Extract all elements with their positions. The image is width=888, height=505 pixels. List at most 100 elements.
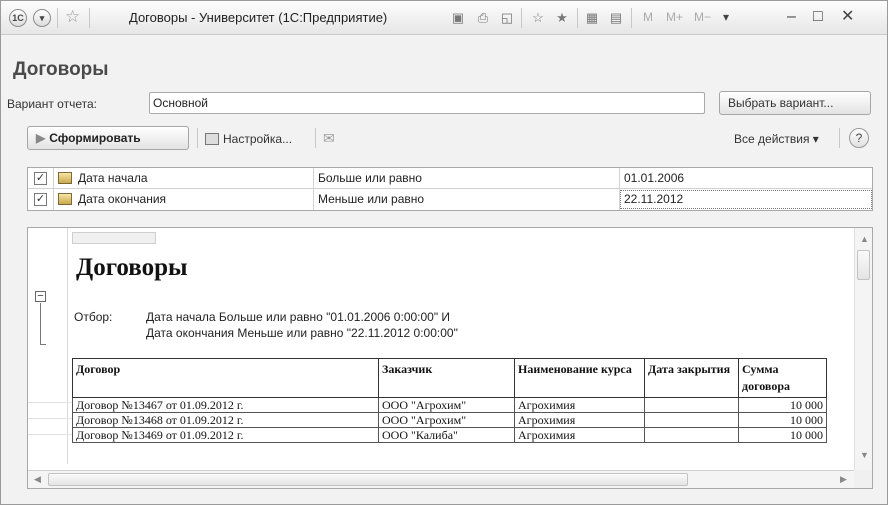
horizontal-scrollbar[interactable]: ◀ ▶	[28, 470, 856, 488]
field-icon	[58, 172, 72, 184]
preview-icon[interactable]: ◱	[498, 9, 516, 27]
scroll-left-icon[interactable]: ◀	[34, 474, 41, 485]
filter-row[interactable]: ✓ Дата начала Больше или равно 01.01.200…	[28, 168, 872, 189]
maximize-icon[interactable]: □	[813, 7, 823, 27]
title-separator	[577, 8, 578, 28]
memory-m-button[interactable]: M	[643, 10, 653, 24]
variant-label: Вариант отчета:	[7, 97, 97, 111]
menu-dropdown-icon[interactable]: ▾	[33, 9, 51, 27]
contract-cell[interactable]: Договор №13468 от 01.09.2012 г.	[72, 412, 379, 428]
settings-label: Настройка...	[223, 132, 293, 146]
generate-button[interactable]: ▶ Сформировать	[27, 126, 189, 150]
table-row[interactable]: Договор №13469 от 01.09.2012 г. ООО "Кал…	[72, 427, 827, 443]
app-logo-icon[interactable]: 1С	[9, 9, 27, 27]
choose-variant-button[interactable]: Выбрать вариант...	[719, 91, 871, 115]
title-separator	[631, 8, 632, 28]
date-edit-frame	[620, 190, 872, 209]
vertical-scrollbar[interactable]: ▲ ▼	[854, 228, 872, 472]
toolbar-separator	[197, 128, 198, 148]
calendar-icon[interactable]: ▤	[607, 9, 625, 27]
table-header-row: Договор Заказчик Наименование курса Дата…	[72, 358, 827, 398]
row-divider	[28, 402, 72, 403]
report-title: Договоры	[76, 254, 188, 281]
column-header: Заказчик	[378, 358, 515, 398]
collapse-group-icon[interactable]: −	[35, 291, 46, 302]
filter-field: Дата окончания	[78, 192, 167, 206]
filter-check-cell: ✓	[28, 189, 54, 210]
memory-m-plus-button[interactable]: M+	[666, 10, 683, 24]
favorite-star-icon[interactable]: ☆	[65, 7, 80, 27]
amount-cell[interactable]: 10 000	[738, 427, 827, 443]
column-header: Договор	[72, 358, 379, 398]
page-title: Договоры	[13, 59, 109, 80]
close-date-cell[interactable]	[644, 397, 739, 413]
scroll-down-icon[interactable]: ▼	[860, 450, 869, 460]
toolbar-separator	[839, 128, 840, 148]
favorites-list-icon[interactable]: ★	[553, 9, 571, 27]
filter-value[interactable]: 01.01.2006	[620, 168, 874, 189]
filter-row[interactable]: ✓ Дата окончания Меньше или равно 22.11.…	[28, 189, 872, 210]
column-header: Дата закрытия	[644, 358, 739, 398]
filter-checkbox[interactable]: ✓	[34, 172, 47, 185]
filter-condition[interactable]: Меньше или равно	[314, 189, 620, 210]
filter-field-cell[interactable]: Дата начала	[54, 168, 314, 189]
column-header: Сумма договора	[738, 358, 827, 398]
selected-cell[interactable]	[72, 232, 156, 244]
scrollbar-corner	[854, 470, 872, 488]
amount-cell[interactable]: 10 000	[738, 412, 827, 428]
app-window: 1С ▾ ☆ Договоры - Университет (1С:Предпр…	[0, 0, 888, 505]
memory-m-minus-button[interactable]: M−	[694, 10, 711, 24]
filter-field: Дата начала	[78, 171, 148, 185]
scroll-right-icon[interactable]: ▶	[840, 474, 847, 485]
contract-cell[interactable]: Договор №13469 от 01.09.2012 г.	[72, 427, 379, 443]
customer-cell[interactable]: ООО "Агрохим"	[378, 397, 515, 413]
title-separator	[521, 8, 522, 28]
all-actions-menu[interactable]: Все действия ▾	[734, 132, 819, 146]
close-date-cell[interactable]	[644, 412, 739, 428]
filter-checkbox[interactable]: ✓	[34, 193, 47, 206]
send-email-icon[interactable]: ✉	[323, 130, 335, 147]
settings-button[interactable]: Настройка...	[205, 132, 292, 146]
close-date-cell[interactable]	[644, 427, 739, 443]
filter-field-cell[interactable]: Дата окончания	[54, 189, 314, 210]
scroll-up-icon[interactable]: ▲	[860, 234, 869, 244]
calculator-icon[interactable]: ▦	[583, 9, 601, 27]
customer-cell[interactable]: ООО "Агрохим"	[378, 412, 515, 428]
course-cell[interactable]: Агрохимия	[514, 427, 645, 443]
filter-condition[interactable]: Больше или равно	[314, 168, 620, 189]
close-icon[interactable]: ✕	[841, 7, 854, 27]
contract-cell[interactable]: Договор №13467 от 01.09.2012 г.	[72, 397, 379, 413]
print-icon[interactable]: ⎙	[474, 9, 492, 27]
customer-cell[interactable]: ООО "Калиба"	[378, 427, 515, 443]
toolbar-separator	[315, 128, 316, 148]
group-bracket	[40, 303, 46, 345]
settings-icon	[205, 133, 219, 145]
course-cell[interactable]: Агрохимия	[514, 412, 645, 428]
course-cell[interactable]: Агрохимия	[514, 397, 645, 413]
row-divider	[28, 418, 72, 419]
filter-text-line: Дата окончания Меньше или равно "22.11.2…	[146, 326, 458, 340]
horizontal-scroll-thumb[interactable]	[48, 473, 688, 486]
help-button[interactable]: ?	[849, 128, 869, 148]
row-divider	[28, 434, 72, 435]
table-row[interactable]: Договор №13467 от 01.09.2012 г. ООО "Агр…	[72, 397, 827, 413]
window-menu-icon[interactable]: ▾	[723, 7, 729, 27]
filter-label: Отбор:	[74, 310, 113, 324]
grouping-gutter: −	[28, 228, 68, 464]
title-separator	[57, 8, 58, 28]
field-icon	[58, 193, 72, 205]
variant-field[interactable]: Основной	[149, 92, 705, 114]
minimize-icon[interactable]: –	[787, 7, 796, 27]
table-row[interactable]: Договор №13468 от 01.09.2012 г. ООО "Агр…	[72, 412, 827, 428]
generate-button-label: Сформировать	[49, 131, 141, 145]
filter-settings-table: ✓ Дата начала Больше или равно 01.01.200…	[27, 167, 873, 211]
title-bar: 1С ▾ ☆ Договоры - Университет (1С:Предпр…	[1, 1, 887, 35]
contracts-table: Договор Заказчик Наименование курса Дата…	[72, 358, 827, 443]
filter-text-line: Дата начала Больше или равно "01.01.2006…	[146, 310, 451, 324]
amount-cell[interactable]: 10 000	[738, 397, 827, 413]
vertical-scroll-thumb[interactable]	[857, 250, 870, 280]
save-icon[interactable]: ▣	[449, 9, 467, 27]
title-separator	[89, 8, 90, 28]
add-favorite-icon[interactable]: ☆	[529, 9, 547, 27]
report-spreadsheet[interactable]: − Договоры Отбор: Дата начала Больше или…	[27, 227, 873, 489]
